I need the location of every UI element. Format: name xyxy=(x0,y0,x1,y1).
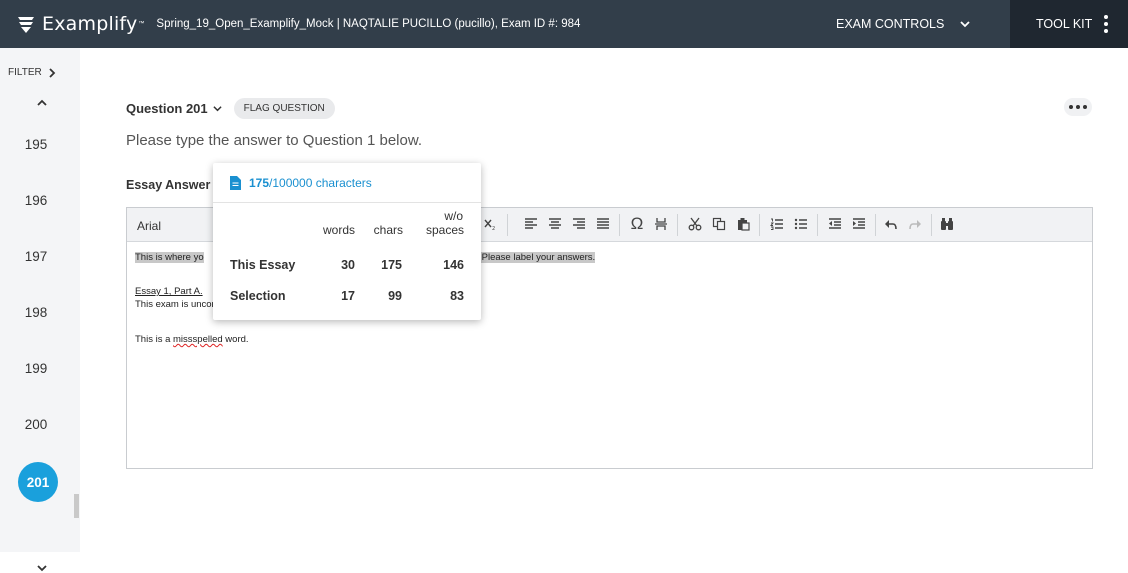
more-vertical-icon xyxy=(1104,15,1109,33)
question-prompt: Please type the answer to Question 1 bel… xyxy=(126,132,423,149)
exam-title: Spring_19_Open_Examplify_Mock | NAQTALIE… xyxy=(156,18,581,30)
toolbar-divider xyxy=(619,214,620,236)
row-wo-spaces: 83 xyxy=(450,289,464,303)
logo-trademark: ™ xyxy=(138,21,145,27)
scrollbar-thumb[interactable] xyxy=(74,494,79,518)
logo: Examplify ™ xyxy=(0,0,144,48)
toolbar-divider xyxy=(875,214,876,236)
toolbar-divider xyxy=(759,214,760,236)
chevron-up-icon[interactable] xyxy=(36,98,48,108)
col-header-words: words xyxy=(322,223,355,237)
find-binoculars-icon[interactable] xyxy=(939,216,955,232)
toolbar-divider xyxy=(817,214,818,236)
row-chars: 99 xyxy=(388,289,402,303)
paste-icon[interactable] xyxy=(735,216,751,232)
toolbar-divider xyxy=(507,214,508,236)
examplify-logo-icon xyxy=(18,17,34,33)
exam-controls-label: EXAM CONTROLS xyxy=(836,17,945,31)
selected-text: s. Please label your answers. xyxy=(471,252,596,263)
text-segment: word. xyxy=(222,334,249,345)
question-label: Question 201 xyxy=(126,101,208,116)
decrease-indent-icon[interactable] xyxy=(827,216,843,232)
row-words: 30 xyxy=(341,258,355,272)
question-selector[interactable]: Question 201 xyxy=(126,101,222,116)
flag-question-button[interactable]: FLAG QUESTION xyxy=(233,98,335,119)
row-label: This Essay xyxy=(230,258,296,272)
question-nav-item[interactable]: 197 xyxy=(0,249,76,264)
svg-text:2: 2 xyxy=(492,226,495,231)
question-nav-item[interactable]: 196 xyxy=(0,193,76,208)
exam-controls-button[interactable]: EXAM CONTROLS xyxy=(836,0,970,48)
document-icon xyxy=(230,175,241,190)
chevron-right-icon xyxy=(49,67,55,78)
numbered-list-icon[interactable] xyxy=(769,216,785,232)
question-nav-item[interactable]: 199 xyxy=(0,361,76,376)
more-options-icon[interactable] xyxy=(1064,98,1092,116)
col-header-wo: w/o xyxy=(444,209,463,223)
toolkit-label: TOOL KIT xyxy=(1036,17,1093,31)
essay-answer-label: Essay Answer xyxy=(126,178,211,192)
increase-indent-icon[interactable] xyxy=(851,216,867,232)
chevron-down-icon xyxy=(213,106,222,112)
character-count-value: 175 xyxy=(249,175,270,190)
col-header-chars: chars xyxy=(373,223,403,237)
special-character-icon[interactable]: Ω xyxy=(629,214,645,233)
row-label: Selection xyxy=(230,289,286,303)
copy-icon[interactable] xyxy=(711,216,727,232)
filter-label: FILTER xyxy=(8,67,42,78)
col-header-spaces: spaces xyxy=(425,223,464,237)
redo-icon[interactable] xyxy=(907,216,923,232)
question-navigator: FILTER 195 196 197 198 199 200 201 xyxy=(0,48,80,572)
align-center-icon[interactable] xyxy=(547,216,563,232)
question-nav-item[interactable]: 195 xyxy=(0,137,76,152)
character-limit: /100000 characters xyxy=(269,175,372,190)
logo-text: Examplify xyxy=(42,13,138,35)
row-chars: 175 xyxy=(381,258,402,272)
page-break-icon[interactable] xyxy=(653,216,669,232)
cut-icon[interactable] xyxy=(687,216,703,232)
align-left-icon[interactable] xyxy=(523,216,539,232)
text-segment: This is a xyxy=(135,334,174,345)
bullet-list-icon[interactable] xyxy=(793,216,809,232)
word-count-popover: 175 /100000 characters words chars w/o s… xyxy=(213,163,481,320)
top-bar: Examplify ™ Spring_19_Open_Examplify_Moc… xyxy=(0,0,1128,48)
subscript-icon[interactable]: 2 xyxy=(482,216,498,232)
question-nav-item[interactable]: 200 xyxy=(0,417,76,432)
question-nav-item-active[interactable]: 201 xyxy=(18,462,58,502)
chevron-down-icon[interactable] xyxy=(36,563,48,573)
chevron-down-icon xyxy=(960,21,970,28)
undo-icon[interactable] xyxy=(883,216,899,232)
font-family-select[interactable]: Arial xyxy=(137,219,161,233)
row-wo-spaces: 146 xyxy=(443,258,464,272)
toolbar-divider xyxy=(931,214,932,236)
align-justify-icon[interactable] xyxy=(595,216,611,232)
row-words: 17 xyxy=(341,289,355,303)
text-line-4: This is a missspelled word. xyxy=(135,334,595,346)
question-header: Question 201 FLAG QUESTION xyxy=(126,98,335,119)
question-nav-item[interactable]: 198 xyxy=(0,305,76,320)
selected-text: This is where yo xyxy=(135,252,204,263)
misspelled-word[interactable]: missspelled xyxy=(173,334,223,345)
toolbar-divider xyxy=(677,214,678,236)
toolkit-button[interactable]: TOOL KIT xyxy=(1010,0,1128,48)
filter-button[interactable]: FILTER xyxy=(8,67,56,78)
character-count: 175 /100000 characters xyxy=(213,163,481,203)
align-right-icon[interactable] xyxy=(571,216,587,232)
